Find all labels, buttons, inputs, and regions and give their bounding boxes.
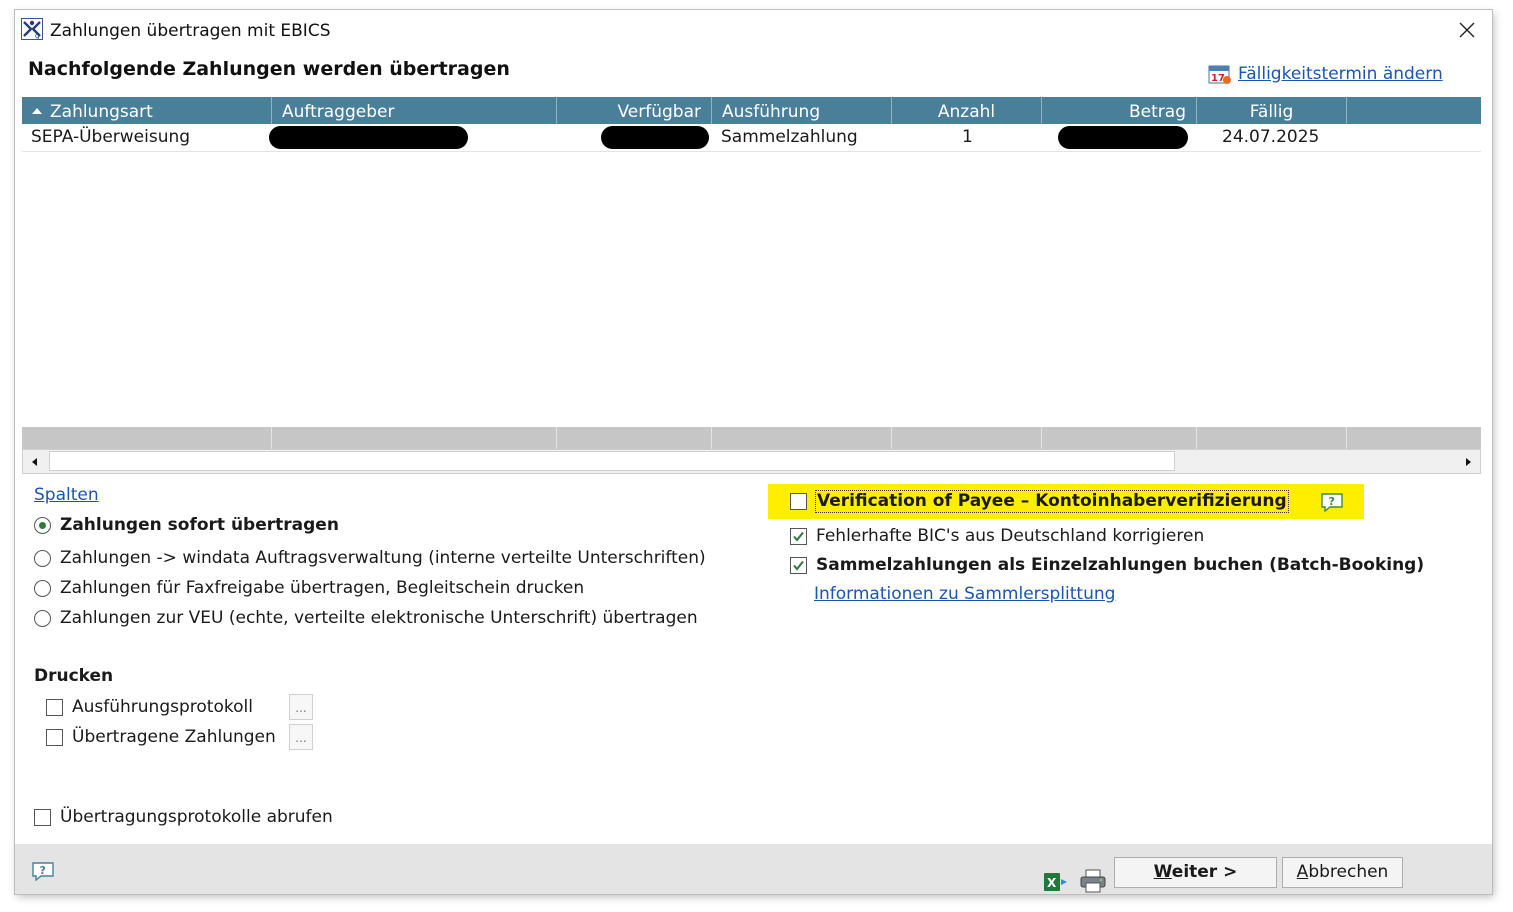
option-veu[interactable]: Zahlungen zur VEU (echte, verteilte elek… [34, 608, 698, 628]
option-label: Zahlungen zur VEU (echte, verteilte elek… [60, 608, 698, 628]
footer-cell [1042, 427, 1197, 449]
svg-text:X: X [1047, 876, 1057, 890]
batch-booking-option[interactable]: Sammelzahlungen als Einzelzahlungen buch… [790, 555, 1424, 575]
option-fax-approval[interactable]: Zahlungen für Faxfreigabe übertragen, Be… [34, 578, 584, 598]
verification-of-payee-option[interactable]: Verification of Payee – Kontoinhaberveri… [768, 484, 1364, 519]
column-header-zahlungsart[interactable]: Zahlungsart [22, 97, 272, 124]
option-label: Ausführungsprotokoll [72, 697, 253, 717]
sort-ascending-icon [32, 108, 42, 114]
scroll-left-button[interactable] [23, 450, 47, 473]
close-icon [1459, 22, 1475, 38]
execution-log-options-button[interactable]: ... [289, 694, 313, 720]
footer-cell [22, 427, 272, 449]
radio[interactable] [34, 609, 51, 627]
checkbox[interactable] [790, 493, 807, 510]
checkbox[interactable] [46, 698, 63, 716]
option-label: Fehlerhafte BIC's aus Deutschland korrig… [816, 526, 1205, 546]
print-transferred-payments[interactable]: Übertragene Zahlungen ... [46, 724, 313, 750]
footer-cell [557, 427, 712, 449]
option-label: Zahlungen für Faxfreigabe übertragen, Be… [60, 578, 585, 598]
option-label: Sammelzahlungen als Einzelzahlungen buch… [816, 555, 1425, 575]
fix-bic-option[interactable]: Fehlerhafte BIC's aus Deutschland korrig… [790, 526, 1204, 546]
close-button[interactable] [1450, 16, 1484, 44]
checkmark-icon [793, 560, 804, 571]
excel-export-icon[interactable]: X [1043, 871, 1069, 893]
checkbox[interactable] [46, 728, 63, 746]
column-header-auftraggeber[interactable]: Auftraggeber [272, 97, 557, 124]
checkmark-icon [793, 531, 804, 542]
batch-splitting-info-link[interactable]: Informationen zu Sammlersplittung [814, 584, 1115, 604]
fetch-transfer-protocols[interactable]: Übertragungsprotokolle abrufen [34, 807, 333, 827]
button-bar: ? X Weiter > Abbrechen [15, 844, 1492, 894]
table-header: Zahlungsart Auftraggeber Verfügbar Ausfü… [22, 97, 1481, 124]
radio[interactable] [34, 579, 51, 597]
option-label: Zahlungen sofort übertragen [60, 515, 339, 535]
scroll-right-button[interactable] [1456, 450, 1480, 473]
column-header-anzahl[interactable]: Anzahl [892, 97, 1042, 124]
redacted-auftraggeber [269, 126, 468, 149]
footer-cell [892, 427, 1042, 449]
scroll-thumb[interactable] [49, 451, 1175, 471]
redacted-betrag [1058, 126, 1188, 149]
transferred-payments-options-button[interactable]: ... [289, 724, 313, 750]
change-due-date-label[interactable]: Fälligkeitstermin ändern [1238, 64, 1443, 84]
svg-text:?: ? [40, 864, 46, 877]
svg-text:g: g [35, 32, 39, 40]
radio-selected[interactable] [34, 516, 51, 534]
cancel-button[interactable]: Abbrechen [1282, 857, 1403, 888]
checkbox-checked[interactable] [790, 527, 807, 545]
app-logo-icon: g [21, 18, 43, 40]
svg-text:?: ? [1329, 495, 1335, 508]
column-header-verfuegbar[interactable]: Verfügbar [557, 97, 712, 124]
window-title: Zahlungen übertragen mit EBICS [50, 21, 331, 41]
page-title: Nachfolgende Zahlungen werden übertragen [28, 58, 510, 80]
footer-cell [272, 427, 557, 449]
verification-of-payee-label: Verification of Payee – Kontoinhaberveri… [815, 490, 1289, 513]
print-execution-log[interactable]: Ausführungsprotokoll ... [46, 694, 313, 720]
help-icon[interactable]: ? [31, 861, 55, 881]
redacted-verfuegbar [601, 126, 709, 149]
footer-cell [1197, 427, 1347, 449]
title-bar: g Zahlungen übertragen mit EBICS [15, 10, 1492, 50]
footer-cell [712, 427, 892, 449]
change-due-date-link[interactable]: 17 Fälligkeitstermin ändern [1208, 62, 1443, 86]
checkbox-checked[interactable] [790, 556, 807, 574]
horizontal-scrollbar[interactable] [22, 449, 1481, 474]
option-order-management[interactable]: Zahlungen -> windata Auftragsverwaltung … [34, 548, 706, 568]
cell-zahlungsart: SEPA-Überweisung [31, 127, 191, 147]
option-label: Zahlungen -> windata Auftragsverwaltung … [60, 548, 706, 568]
radio[interactable] [34, 549, 51, 567]
table-row[interactable]: SEPA-Überweisung Sammelzahlung 1 24.07.2… [22, 124, 1481, 152]
column-header-betrag[interactable]: Betrag [1042, 97, 1197, 124]
option-label: Übertragene Zahlungen [72, 727, 276, 747]
option-label: Übertragungsprotokolle abrufen [60, 807, 333, 827]
checkbox[interactable] [34, 808, 51, 826]
cell-anzahl: 1 [962, 127, 973, 147]
payments-table: Zahlungsart Auftraggeber Verfügbar Ausfü… [22, 97, 1481, 474]
columns-link[interactable]: Spalten [34, 485, 99, 505]
column-header-faellig[interactable]: Fällig [1197, 97, 1347, 124]
option-transfer-immediately[interactable]: Zahlungen sofort übertragen [34, 515, 339, 535]
help-icon[interactable]: ? [1320, 492, 1344, 512]
cell-ausfuehrung: Sammelzahlung [721, 127, 858, 147]
ebics-transfer-dialog: g Zahlungen übertragen mit EBICS Nachfol… [15, 10, 1492, 894]
triangle-left-icon [32, 457, 37, 466]
print-section-title: Drucken [34, 666, 114, 686]
table-footer [22, 427, 1481, 449]
svg-text:17: 17 [1211, 73, 1225, 84]
triangle-right-icon [1466, 457, 1471, 466]
next-button[interactable]: Weiter > [1114, 857, 1277, 888]
cell-faellig: 24.07.2025 [1222, 127, 1320, 147]
calendar-icon: 17 [1208, 65, 1231, 84]
printer-icon[interactable] [1079, 868, 1107, 894]
column-header-ausfuehrung[interactable]: Ausführung [712, 97, 892, 124]
